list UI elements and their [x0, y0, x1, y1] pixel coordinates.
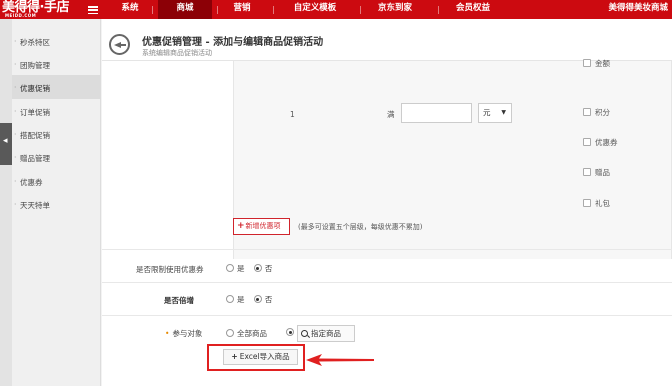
gift-option-package[interactable]: 礼包 — [583, 198, 610, 209]
shop-name[interactable]: 美得得美妆商城 — [608, 0, 668, 17]
sidebar-item-bundle-promo[interactable]: 搭配促销 — [14, 130, 50, 141]
coupon-limit-radio-group: 是 否 — [226, 263, 279, 274]
double-no-option[interactable]: 否 — [253, 295, 272, 304]
radio[interactable] — [226, 295, 234, 303]
participants-all-option[interactable]: 全部商品 — [226, 329, 267, 338]
add-promo-level-label: 新增优惠项 — [245, 222, 281, 230]
participants-specified-radio[interactable] — [286, 328, 294, 336]
gift-option-label: 赠品 — [595, 168, 610, 177]
double-radio-group: 是 否 — [226, 294, 279, 305]
chevron-left-icon[interactable]: ◂ — [3, 136, 8, 146]
row-divider — [102, 282, 672, 283]
gift-option-label: 积分 — [595, 108, 610, 117]
radio[interactable] — [226, 264, 234, 272]
caret-down-icon: ▼ — [501, 109, 506, 116]
radio-checked[interactable] — [253, 295, 262, 303]
page-subtitle: 系统编辑商品促销活动 — [142, 49, 212, 57]
sidebar-item-gift-management[interactable]: 赠品管理 — [14, 153, 50, 164]
double-yes-option[interactable]: 是 — [226, 295, 245, 304]
nav-divider — [273, 6, 274, 14]
coupon-limit-no-option[interactable]: 否 — [253, 264, 272, 273]
rule-level-index: 1 — [290, 110, 295, 119]
sidebar-item-order-promo[interactable]: 订单促销 — [14, 107, 50, 118]
row-divider — [102, 249, 672, 250]
nav-item-system[interactable]: 系统 — [108, 0, 152, 19]
checkbox[interactable] — [583, 168, 591, 176]
radio[interactable] — [226, 329, 234, 337]
nav-item-marketing[interactable]: 营销 — [220, 0, 264, 19]
checkbox[interactable] — [583, 138, 591, 146]
excel-import-button[interactable]: + Excel导入商品 — [223, 349, 298, 365]
sidebar-item-daily-deals[interactable]: 天天特单 — [14, 200, 50, 211]
gift-option-points[interactable]: 积分 — [583, 107, 610, 118]
threshold-prefix-label: 满 — [387, 110, 395, 119]
double-label: 是否倍增 — [164, 296, 194, 305]
add-promo-level-button[interactable]: +新增优惠项 — [233, 218, 290, 235]
gift-option-label: 金额 — [595, 59, 610, 68]
gift-option-label: 礼包 — [595, 199, 610, 208]
menu-icon[interactable] — [88, 6, 98, 15]
annotation-arrow-icon — [306, 354, 374, 366]
nav-item-custom-template[interactable]: 自定义模板 — [280, 0, 350, 19]
search-icon — [301, 330, 308, 337]
main-panel: 优惠促销管理 - 添加与编辑商品促销活动 系统编辑商品促销活动 1 满 元 ▼ … — [102, 19, 672, 386]
gift-option-label: 优惠券 — [595, 138, 618, 147]
back-arrow-icon[interactable] — [109, 34, 130, 55]
sidebar-item-coupons[interactable]: 优惠券 — [14, 177, 42, 188]
gift-option-amount[interactable]: 金额 — [583, 58, 610, 69]
specify-products-button[interactable]: 指定商品 — [297, 325, 355, 342]
checkbox[interactable] — [583, 59, 591, 67]
radio-checked[interactable] — [253, 264, 262, 272]
nav-divider — [360, 6, 361, 14]
nav-divider — [217, 6, 218, 14]
sidebar-item-group-buy[interactable]: 团购管理 — [14, 60, 50, 71]
threshold-amount-input[interactable] — [401, 103, 472, 123]
plus-icon: + — [237, 221, 245, 231]
sidebar-item-discount-promo[interactable]: 优惠促销 — [14, 83, 50, 94]
gift-option-coupon[interactable]: 优惠券 — [583, 137, 618, 148]
sidebar-collapse-strip — [0, 19, 12, 386]
coupon-limit-label: 是否限制使用优惠券 — [136, 265, 204, 274]
row-divider — [102, 315, 672, 316]
nav-item-jd-home[interactable]: 京东到家 — [370, 0, 420, 19]
add-promo-hint: (最多可设置五个层级，每级优惠不累加) — [298, 223, 423, 231]
nav-divider — [438, 6, 439, 14]
required-marker: • — [165, 329, 170, 338]
nav-item-member-benefits[interactable]: 会员权益 — [448, 0, 498, 19]
nav-divider — [152, 6, 153, 14]
page-title: 优惠促销管理 - 添加与编辑商品促销活动 — [142, 37, 324, 48]
plus-icon: + — [231, 352, 238, 361]
participants-label: • 参与对象 — [165, 329, 203, 338]
logo-subtext: MEIDD.COM — [5, 13, 37, 18]
unit-select[interactable]: 元 ▼ — [478, 103, 512, 123]
nav-item-mall[interactable]: 商城 — [158, 0, 212, 19]
gift-option-gift[interactable]: 赠品 — [583, 167, 610, 178]
page-header: 优惠促销管理 - 添加与编辑商品促销活动 系统编辑商品促销活动 — [102, 19, 672, 61]
coupon-limit-yes-option[interactable]: 是 — [226, 264, 245, 273]
checkbox[interactable] — [583, 108, 591, 116]
participants-radio-group: 全部商品 — [226, 328, 274, 339]
sidebar-item-flash-sale[interactable]: 秒杀特区 — [14, 37, 50, 48]
unit-select-value: 元 — [483, 108, 491, 117]
top-nav-bar: 美得得·手店 MEIDD.COM 系统 商城 营销 自定义模板 京东到家 会员权… — [0, 0, 672, 19]
checkbox[interactable] — [583, 199, 591, 207]
